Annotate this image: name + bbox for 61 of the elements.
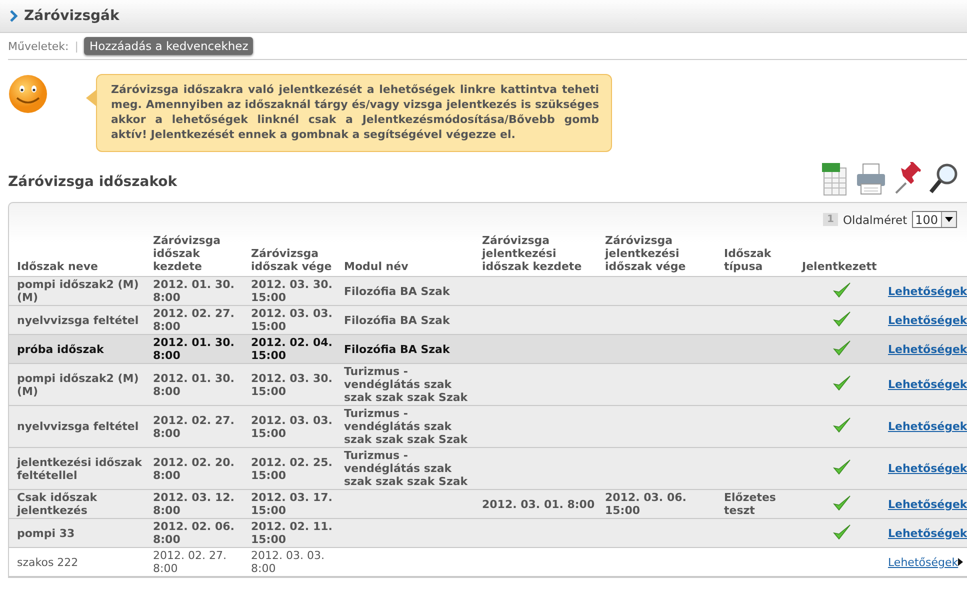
printer-icon[interactable] — [855, 162, 887, 196]
pushpin-icon[interactable] — [893, 162, 923, 196]
table-cell: 2012. 01. 30. 8:00 — [145, 276, 243, 306]
separator-text: | — [74, 40, 78, 52]
table-cell: 2012. 03. 03. 15:00 — [243, 406, 336, 448]
column-header: Jelentkezett — [802, 234, 884, 276]
chevron-icon — [10, 10, 18, 22]
table-cell: 2012. 01. 30. 8:00 — [145, 364, 243, 406]
page-size-select[interactable]: 100 — [912, 211, 957, 228]
info-bubble: Záróvizsga időszakra való jelentkezését a lehetőségek linkre kattintva teheti meg. Amennyiben az időszaknál tárgy és/vagy vizsga jelentkezés is szükséges akkor a lehetőségek linknél csak a Jelentkezésmódosítása/Bővebb gomb aktív! Jelentkezését ennek a gombnak a segítségével végezze el. — [96, 74, 612, 152]
table-cell: Filozófia BA Szak — [336, 276, 474, 306]
table-cell: nyelvvizsga feltétel — [9, 306, 145, 334]
table-cell: 2012. 03. 30. 15:00 — [243, 276, 336, 306]
table-cell: 2012. 02. 06. 8:00 — [145, 518, 243, 548]
table-cell: Turizmus - vendéglátás szak szak szak szak Szak — [336, 364, 474, 406]
table-cell: pompi 33 — [9, 518, 145, 548]
dropdown-arrow-icon — [945, 217, 953, 222]
table-cell: 2012. 03. 03. 8:00 — [243, 548, 336, 576]
options-link[interactable]: Lehetőségek — [888, 556, 964, 568]
table-cell: 2012. 02. 27. 8:00 — [145, 306, 243, 334]
table-cell: 2012. 02. 25. 15:00 — [243, 448, 336, 490]
column-header: Záróvizsga jelentkezési időszak kezdete — [474, 234, 597, 276]
table-cell: 2012. 02. 27. 8:00 — [145, 548, 243, 576]
table-cell: 2012. 03. 06. 15:00 — [597, 490, 716, 518]
table-cell: nyelvvizsga feltétel — [9, 406, 145, 448]
section-title: Záróvizsga időszakok — [8, 174, 178, 190]
table-cell: 2012. 02. 11. 15:00 — [243, 518, 336, 548]
table-cell: Csak időszak jelentkezés — [9, 490, 145, 518]
page-size-label: Oldalméret — [842, 212, 908, 226]
table-cell: jelentkezési időszak feltétellel — [9, 448, 145, 490]
table-cell: szakos 222 — [9, 548, 145, 576]
arrow-icon — [958, 558, 964, 566]
smiley-icon — [8, 74, 48, 114]
page-title: Záróvizsgák — [24, 8, 120, 24]
table-cell: 2012. 02. 04. 15:00 — [243, 334, 336, 364]
favorites-button[interactable]: Hozzáadás a kedvencekhez — [84, 37, 254, 55]
table-cell: Filozófia BA Szak — [336, 306, 474, 334]
spreadsheet-icon[interactable] — [821, 162, 849, 196]
table-cell: pompi időszak2 (M) (M) — [9, 276, 145, 306]
table-cell: Turizmus - vendéglátás szak szak szak szak Szak — [336, 448, 474, 490]
table-cell: pompi időszak2 (M) (M) — [9, 364, 145, 406]
column-header: Záróvizsga időszak kezdete — [145, 234, 243, 276]
table-cell: próba időszak — [9, 334, 145, 364]
actions-label: Műveletek: — [8, 40, 69, 52]
table-cell: 2012. 01. 30. 8:00 — [145, 334, 243, 364]
table-cell: Turizmus - vendéglátás szak szak szak szak Szak — [336, 406, 474, 448]
table-cell: 2012. 03. 12. 8:00 — [145, 490, 243, 518]
table-cell: 2012. 03. 01. 8:00 — [474, 490, 597, 518]
column-header: Időszak neve — [9, 234, 145, 276]
table-cell: 2012. 03. 03. 15:00 — [243, 306, 336, 334]
table-cell: 2012. 02. 20. 8:00 — [145, 448, 243, 490]
search-icon[interactable] — [929, 162, 959, 196]
table-cell: Filozófia BA Szak — [336, 334, 474, 364]
column-header: Modul név — [336, 234, 474, 276]
column-header: Időszak típusa — [716, 234, 802, 276]
table-cell: 2012. 02. 27. 8:00 — [145, 406, 243, 448]
table-cell: Előzetes teszt — [716, 490, 802, 518]
column-header: Záróvizsga jelentkezési időszak vége — [597, 234, 716, 276]
column-header: Záróvizsga időszak vége — [243, 234, 336, 276]
table-cell: 2012. 03. 17. 15:00 — [243, 490, 336, 518]
table-cell: 2012. 03. 30. 15:00 — [243, 364, 336, 406]
